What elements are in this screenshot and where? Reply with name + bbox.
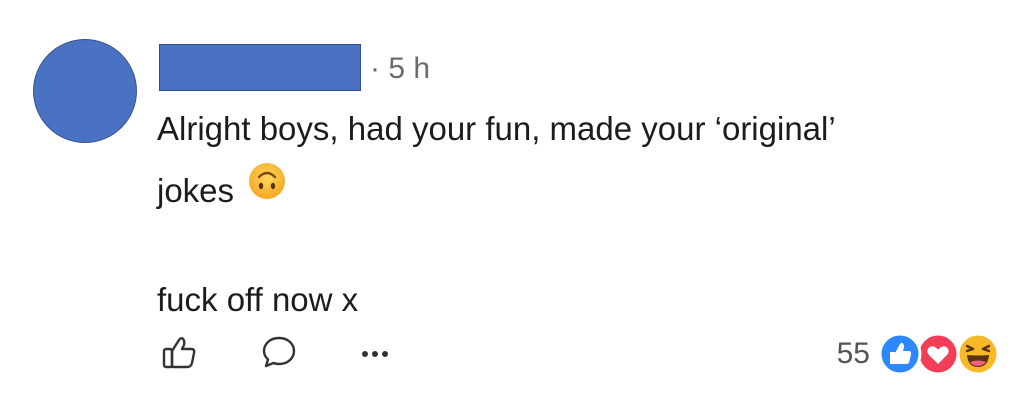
author-name-redacted[interactable] — [159, 44, 361, 91]
comment-line-text: fuck off now x — [157, 281, 359, 319]
haha-reaction-icon — [956, 332, 1000, 376]
avatar[interactable] — [33, 39, 137, 143]
comment-line: fuck off now x — [157, 269, 987, 331]
reply-button[interactable] — [254, 330, 304, 378]
comment-line: jokes — [157, 160, 987, 224]
love-reaction-icon — [916, 332, 960, 376]
upside-down-face-emoji-icon — [248, 158, 286, 220]
comment-line-text: Alright boys, had your fun, made your ‘o… — [157, 110, 836, 147]
thumbs-up-outline-icon — [159, 332, 199, 377]
comment-body: Alright boys, had your fun, made your ‘o… — [157, 98, 987, 331]
like-button[interactable] — [154, 330, 204, 378]
more-dots-icon — [355, 332, 395, 377]
comment-line: Alright boys, had your fun, made your ‘o… — [157, 98, 987, 160]
comment-actions — [150, 330, 450, 380]
reactions-summary[interactable]: 55 — [837, 332, 1002, 376]
comment-line-text: jokes — [157, 172, 235, 209]
timestamp[interactable]: · 5 h — [370, 49, 430, 89]
more-button[interactable] — [350, 330, 400, 378]
reaction-icons — [878, 332, 1002, 376]
reaction-count: 55 — [836, 337, 870, 370]
comment-bubble-icon — [259, 332, 299, 377]
like-reaction-icon — [878, 332, 922, 376]
